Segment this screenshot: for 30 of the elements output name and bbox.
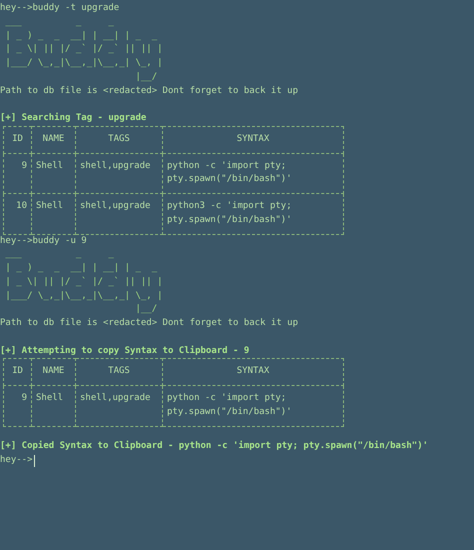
- table-cell: python3 -c 'import pty; pty.spawn("/bin/bash")': [162, 194, 344, 234]
- status-message: [+] Attempting to copy Syntax to Clipboard - 9: [0, 344, 250, 358]
- status-message: [+] Copied Syntax to Clipboard - python -c 'import pty; pty.spawn("/bin/bash")': [0, 440, 428, 454]
- table-cell: shell,upgrade: [76, 153, 162, 194]
- command-line: hey-->buddy -u 9: [0, 234, 87, 248]
- output-line: Path to db file is <redacted> Dont forget to back it up: [0, 317, 298, 330]
- output-line: Path to db file is <redacted> Dont forget to back it up: [0, 84, 298, 98]
- column-header: TAGS: [76, 358, 162, 386]
- column-header: ID: [4, 126, 32, 153]
- column-header: TAGS: [76, 126, 162, 153]
- command-line: hey-->buddy -t upgrade: [0, 2, 120, 15]
- table-cell: Shell: [32, 386, 76, 426]
- ascii-art-title: ___ _ _ | _ ) _ _ __| | __| | _ _ | _ \| || |/ _` |/ _` || || | |___/ \_,_|\__,_|\__,_| \_, | |__/: [4, 16, 163, 84]
- table-cell: Shell: [32, 153, 76, 194]
- table-cell: python -c 'import pty; pty.spawn("/bin/bash")': [162, 153, 344, 194]
- prompt: hey-->: [0, 454, 33, 467]
- ascii-art-title: ___ _ _ | _ ) _ _ __| | __| | _ _ | _ \| || |/ _` |/ _` || || | |___/ \_,_|\__,_|\__,_| \_, | |__/: [4, 248, 163, 316]
- status-message: [+] Searching Tag - upgrade: [0, 112, 146, 125]
- column-header: NAME: [32, 358, 76, 386]
- table-cell: shell,upgrade: [76, 386, 162, 426]
- table-cell: 9: [4, 153, 32, 194]
- table-cell: 9: [4, 386, 32, 426]
- table-cell: Shell: [32, 194, 76, 234]
- column-header: NAME: [32, 126, 76, 153]
- table-cell: python -c 'import pty; pty.spawn("/bin/bash")': [162, 386, 344, 426]
- column-header: SYNTAX: [162, 126, 344, 153]
- table-cell: 10: [4, 194, 32, 234]
- table-cell: shell,upgrade: [76, 194, 162, 234]
- column-header: ID: [4, 358, 32, 386]
- column-header: SYNTAX: [162, 358, 344, 386]
